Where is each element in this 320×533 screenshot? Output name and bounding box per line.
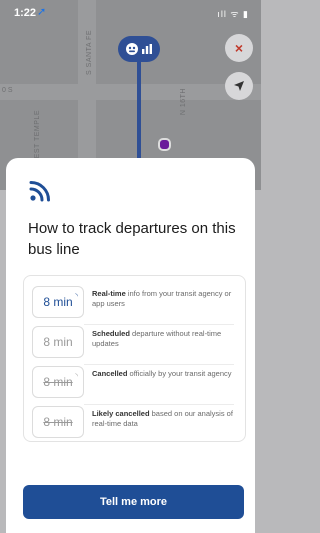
badge-value: 8 min <box>43 375 73 389</box>
info-sheet: How to track departures on this bus line… <box>6 158 255 533</box>
realtime-signal-icon: ◝ <box>75 373 78 380</box>
street-label: 0 S <box>2 87 13 94</box>
divider <box>84 324 234 325</box>
sheet-title: How to track departures on this bus line <box>28 220 236 258</box>
divider <box>84 404 234 405</box>
legend-row-cancelled: 8 min ◝ Cancelled officially by your tra… <box>32 366 242 400</box>
status-icons: ıll ᯤ ▮ <box>217 9 249 19</box>
badge-value: 8 min <box>43 415 73 429</box>
legend-description-bold: Real-time <box>92 289 126 298</box>
legend-description: Real-time info from your transit agency … <box>92 289 240 308</box>
bus-face-icon <box>126 43 138 55</box>
legend-row-likely-cancelled: 8 min Likely cancelled based on our anal… <box>32 406 242 440</box>
legend-description-rest: officially by your transit agency <box>127 369 232 378</box>
cancelled-badge: 8 min ◝ <box>32 366 84 398</box>
street-label: N 16TH <box>180 88 187 116</box>
signal-bars-icon <box>142 44 152 54</box>
legend-description: Scheduled departure without real-time up… <box>92 329 240 348</box>
legend-description-bold: Cancelled <box>92 369 128 378</box>
realtime-badge: 8 min ◝ <box>32 286 84 318</box>
status-time: 1:22 <box>14 7 37 19</box>
close-button[interactable]: × <box>225 34 253 62</box>
legend-row-scheduled: 8 min Scheduled departure without real-t… <box>32 326 242 360</box>
legend-description-bold: Likely cancelled <box>92 409 150 418</box>
map-road <box>0 84 261 100</box>
bus-pin[interactable] <box>118 36 160 62</box>
legend-row-realtime: 8 min ◝ Real-time info from your transit… <box>32 286 242 320</box>
realtime-signal-icon <box>29 181 50 202</box>
navigation-arrow-icon <box>234 81 244 91</box>
badge-value: 8 min <box>43 295 73 309</box>
stop-marker[interactable] <box>158 138 171 151</box>
legend-description-bold: Scheduled <box>92 329 130 338</box>
scheduled-badge: 8 min <box>32 326 84 358</box>
legend-card: 8 min ◝ Real-time info from your transit… <box>23 275 246 442</box>
locate-me-button[interactable] <box>225 72 253 100</box>
divider <box>84 364 234 365</box>
realtime-signal-icon: ◝ <box>75 293 78 300</box>
legend-description: Likely cancelled based on our analysis o… <box>92 409 240 428</box>
legend-description: Cancelled officially by your transit age… <box>92 369 240 379</box>
location-services-icon: ➚ <box>37 6 47 18</box>
badge-value: 8 min <box>43 335 73 349</box>
likely-cancelled-badge: 8 min <box>32 406 84 438</box>
street-label: S SANTA FE <box>86 30 93 75</box>
tell-me-more-button[interactable]: Tell me more <box>23 485 244 519</box>
